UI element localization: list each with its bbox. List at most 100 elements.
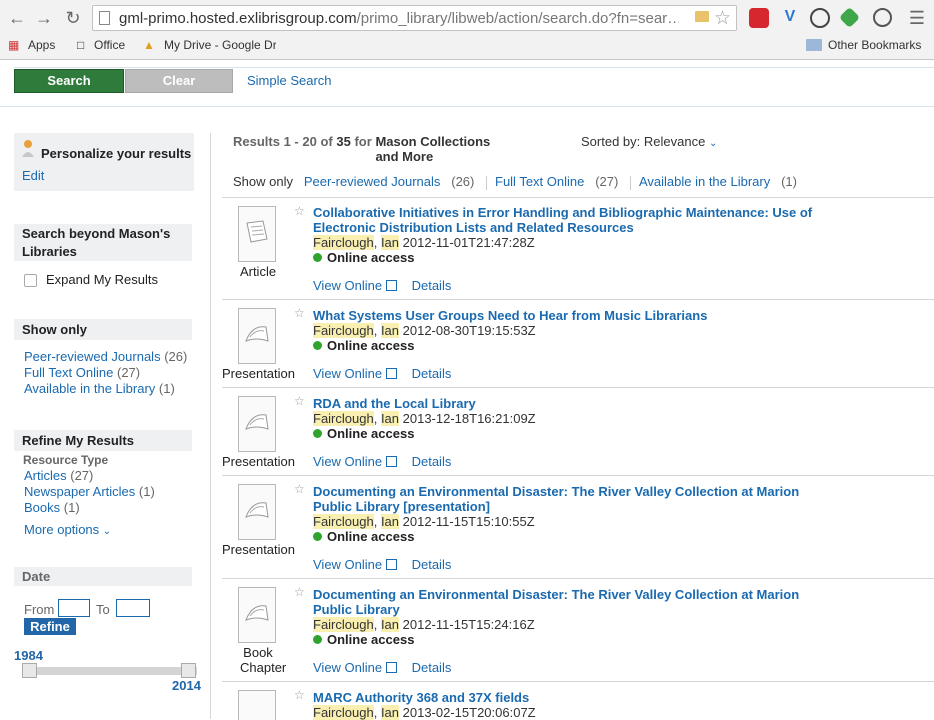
resource-newspaper[interactable]: Newspaper Articles: [24, 484, 135, 499]
result-item: Article ☆ Collaborative Initiatives in E…: [222, 197, 934, 300]
result-type: Presentation: [222, 454, 295, 469]
date-slider-max-handle[interactable]: [181, 663, 196, 678]
date-slider-track[interactable]: [22, 667, 197, 675]
bookmark-office[interactable]: Office: [94, 38, 125, 52]
back-arrow-icon[interactable]: ←: [6, 7, 28, 29]
online-status-icon: [313, 429, 322, 438]
resource-articles[interactable]: Articles: [24, 468, 67, 483]
details-link[interactable]: Details: [412, 278, 452, 293]
facet-full-text[interactable]: Full Text Online: [24, 365, 113, 380]
facet-peer-reviewed[interactable]: Peer-reviewed Journals: [24, 349, 161, 364]
date-slider-min-handle[interactable]: [22, 663, 37, 678]
external-link-icon: [386, 559, 398, 570]
refine-button[interactable]: Refine: [24, 618, 76, 635]
presentation-thumbnail-icon[interactable]: [238, 396, 276, 452]
evernote-extension-icon[interactable]: [838, 6, 861, 29]
search-button[interactable]: Search: [14, 69, 124, 93]
bookmark-star-icon[interactable]: ☆: [714, 7, 731, 30]
author-first: Ian: [380, 514, 400, 529]
facet-count: (1): [158, 381, 175, 396]
top-facet-full-text[interactable]: Full Text Online: [495, 174, 584, 189]
resource-books[interactable]: Books: [24, 500, 60, 515]
facet-available[interactable]: Available in the Library: [24, 381, 155, 396]
menu-icon[interactable]: ☰: [906, 7, 928, 29]
edit-link[interactable]: Edit: [22, 168, 44, 183]
facet-count: (1): [781, 174, 797, 189]
browser-chrome: ← → ↻ gml-primo.hosted.exlibrisgroup.com…: [0, 0, 934, 60]
result-title[interactable]: MARC Authority 368 and 37X fields: [313, 690, 823, 705]
puzzle-extension-icon[interactable]: [749, 8, 769, 28]
details-link[interactable]: Details: [412, 557, 452, 572]
star-icon[interactable]: ☆: [294, 394, 305, 408]
details-link[interactable]: Details: [412, 660, 452, 675]
author-first: Ian: [380, 411, 400, 426]
view-online-link[interactable]: View Online: [313, 557, 382, 572]
access-label: Online access: [327, 338, 415, 353]
view-online-link[interactable]: View Online: [313, 454, 382, 469]
bookmark-other[interactable]: Other Bookmarks: [828, 38, 921, 52]
sidebar: Personalize your results Edit: [14, 133, 194, 191]
bookmark-my-drive[interactable]: My Drive - Google Dr: [164, 38, 276, 52]
view-online-link[interactable]: View Online: [313, 278, 382, 293]
showonly-box: Show only Peer-reviewed Journals (26) Fu…: [14, 319, 192, 396]
result-title[interactable]: What Systems User Groups Need to Hear fr…: [313, 308, 823, 323]
expand-checkbox[interactable]: [24, 274, 37, 287]
clear-button[interactable]: Clear: [125, 69, 233, 93]
drive-icon: ▲: [143, 38, 155, 52]
document-thumbnail-icon[interactable]: [238, 690, 276, 720]
result-title[interactable]: Collaborative Initiatives in Error Handl…: [313, 205, 823, 235]
simple-search-link[interactable]: Simple Search: [247, 73, 332, 88]
result-title[interactable]: RDA and the Local Library: [313, 396, 823, 411]
results-summary: Results 1 - 20 of 35 for Mason Collectio…: [233, 134, 510, 164]
top-facet-available[interactable]: Available in the Library: [639, 174, 770, 189]
bookmark-apps[interactable]: Apps: [28, 38, 55, 52]
sync-extension-icon[interactable]: [873, 8, 892, 27]
chevron-down-icon: ⌄: [708, 138, 718, 149]
v-extension-icon[interactable]: V: [780, 8, 800, 28]
star-icon[interactable]: ☆: [294, 306, 305, 320]
online-status-icon: [313, 253, 322, 262]
more-options-link[interactable]: More options: [24, 522, 99, 537]
book-chapter-thumbnail-icon[interactable]: [238, 587, 276, 643]
result-type: Presentation: [222, 542, 295, 557]
sort-control[interactable]: Sorted by: Relevance ⌄: [581, 134, 717, 149]
refine-title: Refine My Results: [14, 430, 192, 451]
result-title[interactable]: Documenting an Environmental Disaster: T…: [313, 484, 823, 514]
result-date: 2013-12-18T16:21:09Z: [402, 411, 536, 426]
star-icon[interactable]: ☆: [294, 204, 305, 218]
beyond-box: Search beyond Mason's Libraries Expand M…: [14, 224, 192, 287]
date-from-input[interactable]: [58, 599, 90, 617]
date-max-label: 2014: [172, 678, 201, 693]
results-total: 35: [336, 134, 351, 149]
article-thumbnail-icon[interactable]: [238, 206, 276, 262]
sort-value[interactable]: Relevance: [644, 134, 705, 149]
page-icon: [99, 11, 110, 25]
results-prefix: Results: [233, 134, 280, 149]
date-to-input[interactable]: [116, 599, 150, 617]
folder-icon[interactable]: [695, 11, 709, 22]
star-icon[interactable]: ☆: [294, 688, 305, 702]
presentation-thumbnail-icon[interactable]: [238, 484, 276, 540]
author-last: Fairclough: [313, 705, 374, 720]
result-date: 2012-11-15T15:10:55Z: [402, 514, 535, 529]
address-bar[interactable]: gml-primo.hosted.exlibrisgroup.com/primo…: [92, 5, 737, 31]
result-type: Presentation: [222, 366, 295, 381]
forward-arrow-icon[interactable]: →: [33, 7, 55, 29]
presentation-thumbnail-icon[interactable]: [238, 308, 276, 364]
result-item: Presentation ☆ Documenting an Environmen…: [222, 475, 934, 579]
result-title[interactable]: Documenting an Environmental Disaster: T…: [313, 587, 823, 617]
external-link-icon: [386, 662, 398, 673]
w-extension-icon[interactable]: [810, 8, 830, 28]
details-link[interactable]: Details: [412, 366, 452, 381]
resource-type-heading: Resource Type: [23, 453, 109, 467]
star-icon[interactable]: ☆: [294, 482, 305, 496]
result-date: 2012-11-15T15:24:16Z: [402, 617, 535, 632]
star-icon[interactable]: ☆: [294, 585, 305, 599]
view-online-link[interactable]: View Online: [313, 660, 382, 675]
url-text[interactable]: gml-primo.hosted.exlibrisgroup.com/primo…: [119, 10, 679, 27]
personalize-title: Personalize your results: [41, 146, 192, 161]
view-online-link[interactable]: View Online: [313, 366, 382, 381]
details-link[interactable]: Details: [412, 454, 452, 469]
reload-icon[interactable]: ↻: [62, 7, 84, 29]
top-facet-peer-reviewed[interactable]: Peer-reviewed Journals: [304, 174, 441, 189]
